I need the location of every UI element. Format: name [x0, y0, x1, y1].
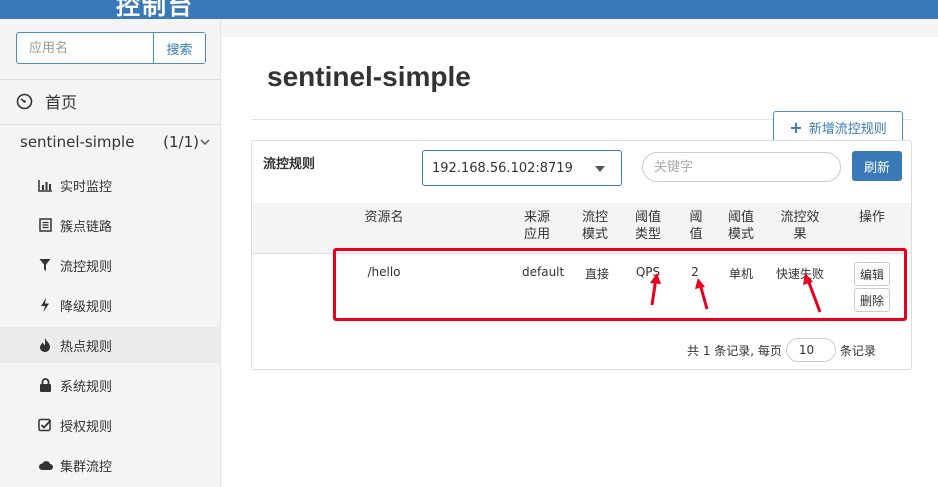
fire-icon — [37, 337, 53, 353]
dashboard-icon — [16, 93, 33, 109]
filter-icon — [37, 257, 53, 273]
cell-resource: /hello — [367, 265, 401, 279]
cell-source: default — [522, 265, 565, 279]
sidebar-item-label: 授权规则 — [60, 419, 113, 435]
column-header-effect: 流控效果 — [780, 210, 820, 242]
sidebar-item-flow-rules[interactable]: 流控规则 — [0, 247, 220, 283]
pagination-prefix: 共 1 条记录, 每页 — [687, 343, 782, 358]
pagination-suffix: 条记录 — [839, 343, 876, 358]
sidebar: 搜索 首页 sentinel-simple (1/1) 实时监控 簇点链路 流控… — [0, 19, 221, 487]
check-square-icon — [37, 417, 53, 433]
sidebar-item-cluster-flow[interactable]: 集群流控 — [0, 447, 220, 483]
refresh-button[interactable]: 刷新 — [852, 151, 902, 181]
caret-down-icon — [595, 166, 605, 172]
add-flow-rule-label: 新增流控规则 — [808, 121, 887, 137]
add-flow-rule-button[interactable]: + 新增流控规则 — [773, 111, 903, 143]
sidebar-item-label: 实时监控 — [60, 179, 113, 195]
sidebar-item-home[interactable]: 首页 — [16, 89, 77, 113]
chevron-down-icon — [200, 139, 210, 145]
column-header-mode: 流控 模式 — [581, 210, 608, 242]
app-search: 搜索 — [16, 32, 206, 64]
page-size-input[interactable]: 10 — [785, 338, 836, 362]
machine-select-value: 192.168.56.102:8719 — [432, 160, 573, 176]
sidebar-item-system-rules[interactable]: 系统规则 — [0, 367, 220, 403]
column-header-count: 阈值 — [689, 210, 703, 242]
cloud-icon — [37, 457, 53, 473]
sidebar-item-label: 热点规则 — [60, 339, 113, 355]
brand-title: 控制台 — [116, 0, 194, 19]
sidebar-item-label: 系统规则 — [60, 379, 113, 395]
delete-button[interactable]: 删除 — [854, 288, 890, 312]
top-bar: 控制台 — [0, 0, 938, 19]
edit-button[interactable]: 编辑 — [854, 262, 890, 286]
main-content: sentinel-simple + 新增流控规则 流控规则 192.168.56… — [221, 37, 938, 487]
sidebar-item-label: 集群流控 — [60, 459, 113, 475]
list-icon — [37, 217, 53, 233]
app-search-button[interactable]: 搜索 — [153, 33, 205, 63]
sidebar-app-header[interactable]: sentinel-simple (1/1) — [20, 133, 210, 151]
keyword-search-input[interactable] — [642, 152, 841, 182]
column-header-source: 来源 应用 — [523, 210, 550, 242]
sidebar-item-hotspot-rules[interactable]: 热点规则 — [0, 327, 220, 363]
plus-icon: + — [789, 117, 803, 137]
sidebar-item-cluster-link[interactable]: 簇点链路 — [0, 207, 220, 243]
sidebar-item-auth-rules[interactable]: 授权规则 — [0, 407, 220, 443]
bar-chart-icon — [37, 177, 53, 193]
flash-icon — [37, 297, 53, 313]
sidebar-item-realtime-monitor[interactable]: 实时监控 — [0, 167, 220, 203]
divider — [0, 79, 221, 80]
sidebar-item-degrade-rules[interactable]: 降级规则 — [0, 287, 220, 323]
machine-select[interactable]: 192.168.56.102:8719 — [422, 150, 622, 186]
page-title: sentinel-simple — [267, 61, 471, 92]
column-header-ops: 操作 — [858, 210, 885, 225]
sidebar-item-label: 流控规则 — [60, 259, 113, 275]
cell-effect: 快速失败 — [775, 267, 824, 281]
divider — [0, 124, 221, 125]
panel-title: 流控规则 — [263, 157, 316, 172]
pagination: 共 1 条记录, 每页 10 条记录 — [687, 338, 876, 362]
cell-grade: QPS — [635, 265, 661, 279]
app-machine-count: (1/1) — [163, 133, 199, 151]
table-header: 资源名 来源 应用 流控 模式 阈值 类型 阈值 阈值 模式 流控效果 操作 — [252, 203, 911, 254]
cell-mode: 直接 — [584, 267, 609, 281]
sidebar-item-label: 首页 — [45, 93, 78, 112]
app-name: sentinel-simple — [20, 133, 135, 151]
sidebar-item-label: 降级规则 — [60, 299, 113, 315]
column-header-resource: 资源名 — [364, 210, 404, 225]
cell-cluster-mode: 单机 — [728, 267, 753, 281]
column-header-cluster-mode: 阈值 模式 — [727, 210, 754, 242]
cell-count: 2 — [691, 265, 699, 279]
lock-icon — [37, 377, 53, 393]
sidebar-item-label: 簇点链路 — [60, 219, 113, 235]
flow-rules-panel: 流控规则 192.168.56.102:8719 刷新 资源名 来源应用 流控模… — [251, 140, 912, 370]
column-header-grade: 阈值 类型 — [634, 210, 661, 242]
app-search-input[interactable] — [17, 33, 153, 63]
